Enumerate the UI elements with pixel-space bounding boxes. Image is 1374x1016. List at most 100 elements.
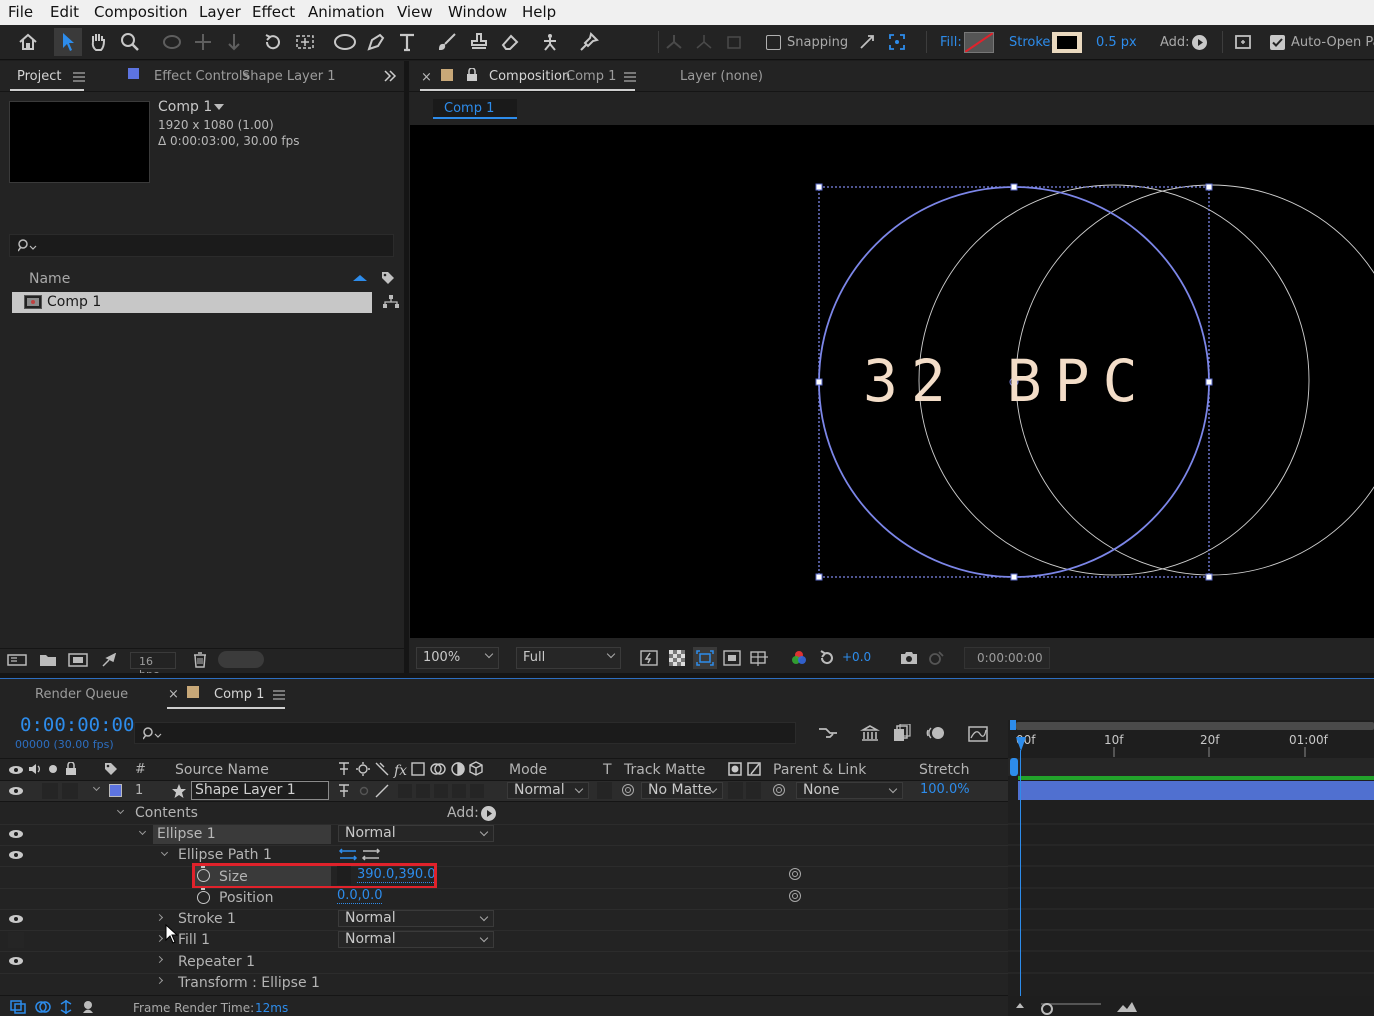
- header-stretch[interactable]: Stretch: [919, 762, 970, 778]
- fill-swatch[interactable]: [964, 32, 994, 53]
- menu-file[interactable]: File: [8, 3, 33, 21]
- fill-blend-mode-dropdown[interactable]: Normal: [338, 931, 494, 948]
- layer-switches[interactable]: [336, 782, 496, 800]
- magnification-dropdown[interactable]: 100%: [416, 647, 499, 669]
- stroke-group-label[interactable]: Stroke 1: [178, 911, 236, 927]
- comp-mini-flowchart-icon[interactable]: [816, 722, 840, 744]
- draft-3d-icon[interactable]: [858, 722, 882, 744]
- label-tag-icon[interactable]: [380, 270, 396, 286]
- repeater-label[interactable]: Repeater 1: [178, 954, 255, 970]
- menu-effect[interactable]: Effect: [252, 3, 295, 21]
- in-out-toggle-icon[interactable]: [57, 1000, 75, 1014]
- ellipse-path-visibility-eye-icon[interactable]: [9, 851, 23, 859]
- layer-visibility-eye-icon[interactable]: [9, 787, 23, 795]
- header-label-icon[interactable]: [103, 762, 119, 776]
- transform-label[interactable]: Transform : Ellipse 1: [178, 975, 320, 991]
- layer-lock-toggle[interactable]: [62, 783, 78, 799]
- header-lock-icon[interactable]: [64, 761, 78, 776]
- tab-composition-name[interactable]: Comp 1: [566, 69, 616, 84]
- auto-open-checkbox[interactable]: [1270, 35, 1285, 50]
- exposure-value[interactable]: +0.0: [842, 650, 871, 664]
- header-video-icon[interactable]: [9, 766, 23, 774]
- close-timeline-tab-icon[interactable]: ×: [168, 687, 179, 702]
- tab-project[interactable]: Project: [17, 69, 61, 84]
- puppet-pin-tool-icon[interactable]: [576, 30, 602, 54]
- bit-depth-button[interactable]: 16 bpc: [130, 652, 176, 681]
- snap-edges-icon[interactable]: [856, 32, 878, 52]
- menu-help[interactable]: Help: [522, 3, 556, 21]
- header-mode[interactable]: Mode: [509, 762, 547, 778]
- resolution-dropdown[interactable]: Full: [516, 647, 621, 669]
- thumbnail-size-slider[interactable]: [218, 651, 264, 668]
- flowchart-icon[interactable]: [382, 294, 400, 310]
- ellipse-visibility-eye-icon[interactable]: [9, 830, 23, 838]
- lock-icon[interactable]: [465, 67, 479, 83]
- transfer-controls-toggle-icon[interactable]: [34, 1000, 52, 1014]
- fill-group-label[interactable]: Fill 1: [178, 932, 210, 948]
- zoom-out-icon[interactable]: [1016, 1003, 1024, 1008]
- path-direction-reverse-icon[interactable]: [361, 848, 381, 862]
- comp-breadcrumb[interactable]: Comp 1: [433, 99, 517, 119]
- ellipse-blend-mode-dropdown[interactable]: Normal: [338, 825, 494, 842]
- hand-tool-icon[interactable]: [86, 30, 110, 54]
- project-search-input[interactable]: [9, 234, 394, 257]
- interpret-footage-icon[interactable]: [6, 652, 28, 668]
- snapping-checkbox[interactable]: [766, 35, 781, 50]
- composition-viewer[interactable]: 32 BPC: [410, 125, 1374, 638]
- repeater-visibility-eye-icon[interactable]: [9, 957, 23, 965]
- matte-alpha-toggle[interactable]: [728, 782, 743, 799]
- transparency-grid-icon[interactable]: [667, 649, 687, 667]
- roto-brush-tool-icon[interactable]: [537, 30, 563, 54]
- project-item-name[interactable]: Comp 1: [47, 294, 101, 310]
- layer-duration-bar[interactable]: [1018, 781, 1374, 800]
- stroke-blend-mode-dropdown[interactable]: Normal: [338, 910, 494, 927]
- matte-pickwhip-icon[interactable]: [622, 784, 634, 796]
- menu-window[interactable]: Window: [448, 3, 507, 21]
- project-menu-icon[interactable]: [72, 70, 86, 84]
- tab-layer[interactable]: Layer (none): [680, 69, 763, 84]
- grid-guides-icon[interactable]: [748, 649, 770, 667]
- new-composition-icon[interactable]: [67, 652, 89, 668]
- ellipse-tool-icon[interactable]: [332, 30, 358, 54]
- snap-features-icon[interactable]: [886, 32, 908, 52]
- menu-edit[interactable]: Edit: [50, 3, 79, 21]
- name-column-header[interactable]: Name: [29, 271, 70, 287]
- ellipse-path-label[interactable]: Ellipse Path 1: [178, 847, 272, 863]
- timeline-search-input[interactable]: [134, 722, 796, 744]
- layer-name-field[interactable]: Shape Layer 1: [191, 781, 329, 800]
- tab-render-queue[interactable]: Render Queue: [35, 687, 128, 702]
- comp-current-time[interactable]: 0:00:00:00: [964, 647, 1050, 669]
- navigator-start-handle[interactable]: [1010, 720, 1016, 730]
- stroke-swatch[interactable]: [1052, 32, 1082, 53]
- time-navigator[interactable]: [1016, 722, 1374, 730]
- zoom-tool-icon[interactable]: [118, 30, 142, 54]
- render-time-toggle-icon[interactable]: [80, 1000, 98, 1014]
- layer-stretch-value[interactable]: 100.0%: [920, 782, 970, 797]
- header-audio-icon[interactable]: [27, 762, 43, 776]
- trash-icon[interactable]: [191, 651, 209, 669]
- header-track-matte[interactable]: Track Matte: [624, 762, 705, 778]
- paragraph-align-icon[interactable]: [1232, 32, 1254, 52]
- position-value[interactable]: 0.0,0.0: [337, 888, 383, 904]
- menu-layer[interactable]: Layer: [199, 3, 241, 21]
- tab-effect-controls[interactable]: Effect Controls: [154, 69, 249, 84]
- parent-pickwhip-icon[interactable]: [773, 784, 785, 796]
- header-parent-link[interactable]: Parent & Link: [773, 762, 866, 778]
- playhead-line[interactable]: [1020, 750, 1021, 996]
- size-pickwhip-icon[interactable]: [789, 868, 801, 880]
- contents-add-play-icon[interactable]: [481, 806, 496, 821]
- frame-blending-icon[interactable]: [890, 722, 914, 744]
- new-folder-icon[interactable]: [38, 652, 58, 668]
- brush-tool-icon[interactable]: [434, 30, 460, 54]
- header-source-name[interactable]: Source Name: [175, 762, 269, 778]
- tab-timeline-comp1[interactable]: Comp 1: [214, 687, 264, 702]
- layer-mode-dropdown[interactable]: Normal: [507, 782, 589, 799]
- path-direction-icon[interactable]: [338, 848, 358, 862]
- graph-editor-icon[interactable]: [966, 722, 990, 744]
- position-pickwhip-icon[interactable]: [789, 890, 801, 902]
- sort-ascending-icon[interactable]: [353, 275, 367, 281]
- zoom-in-icon[interactable]: [1116, 1001, 1138, 1013]
- region-of-interest-icon[interactable]: [695, 649, 715, 667]
- rotate-tool-icon[interactable]: [261, 30, 285, 54]
- zoom-slider-thumb[interactable]: [1041, 1003, 1053, 1015]
